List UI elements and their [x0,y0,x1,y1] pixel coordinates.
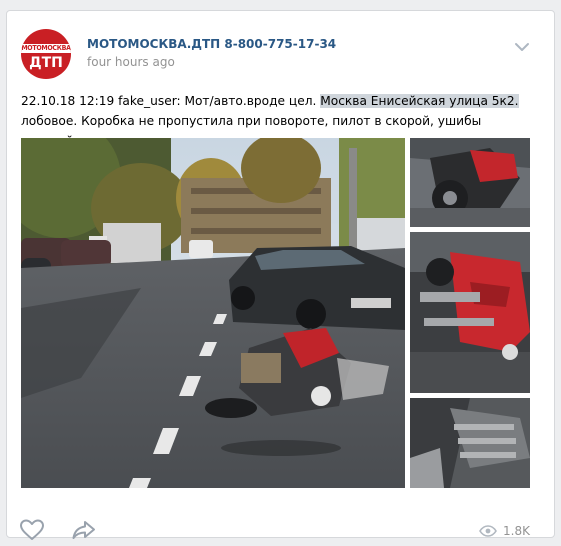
group-name-link[interactable]: МОТОМОСКВА.ДТП 8-800-775-17-34 [87,37,336,51]
heart-icon[interactable] [19,518,45,542]
post-text-start: 22.10.18 12:19 fake_user: Мот/авто.вроде… [21,94,321,108]
chevron-down-icon[interactable] [513,39,531,53]
share-arrow-icon[interactable] [71,519,97,541]
views-count: 1.8K [503,524,530,538]
post-actions-bar: 1.8K [7,516,554,546]
post-text-highlight: Москва Енисейская улица 5к2. [320,94,519,108]
post-photo-thumb-3[interactable] [410,398,530,488]
post-photo-main[interactable] [21,138,405,488]
avatar-logo-text: МОТОМОСКВА [21,44,71,53]
post-card: МОТОМОСКВА ДТП МОТОМОСКВА.ДТП 8-800-775-… [6,10,555,540]
avatar-logo-main: ДТП [29,55,63,71]
eye-icon [479,525,497,537]
post-time-link[interactable]: four hours ago [87,55,175,69]
group-avatar[interactable]: МОТОМОСКВА ДТП [21,29,71,79]
post-photo-thumb-1[interactable] [410,138,530,227]
post-photo-thumb-2[interactable] [410,232,530,393]
